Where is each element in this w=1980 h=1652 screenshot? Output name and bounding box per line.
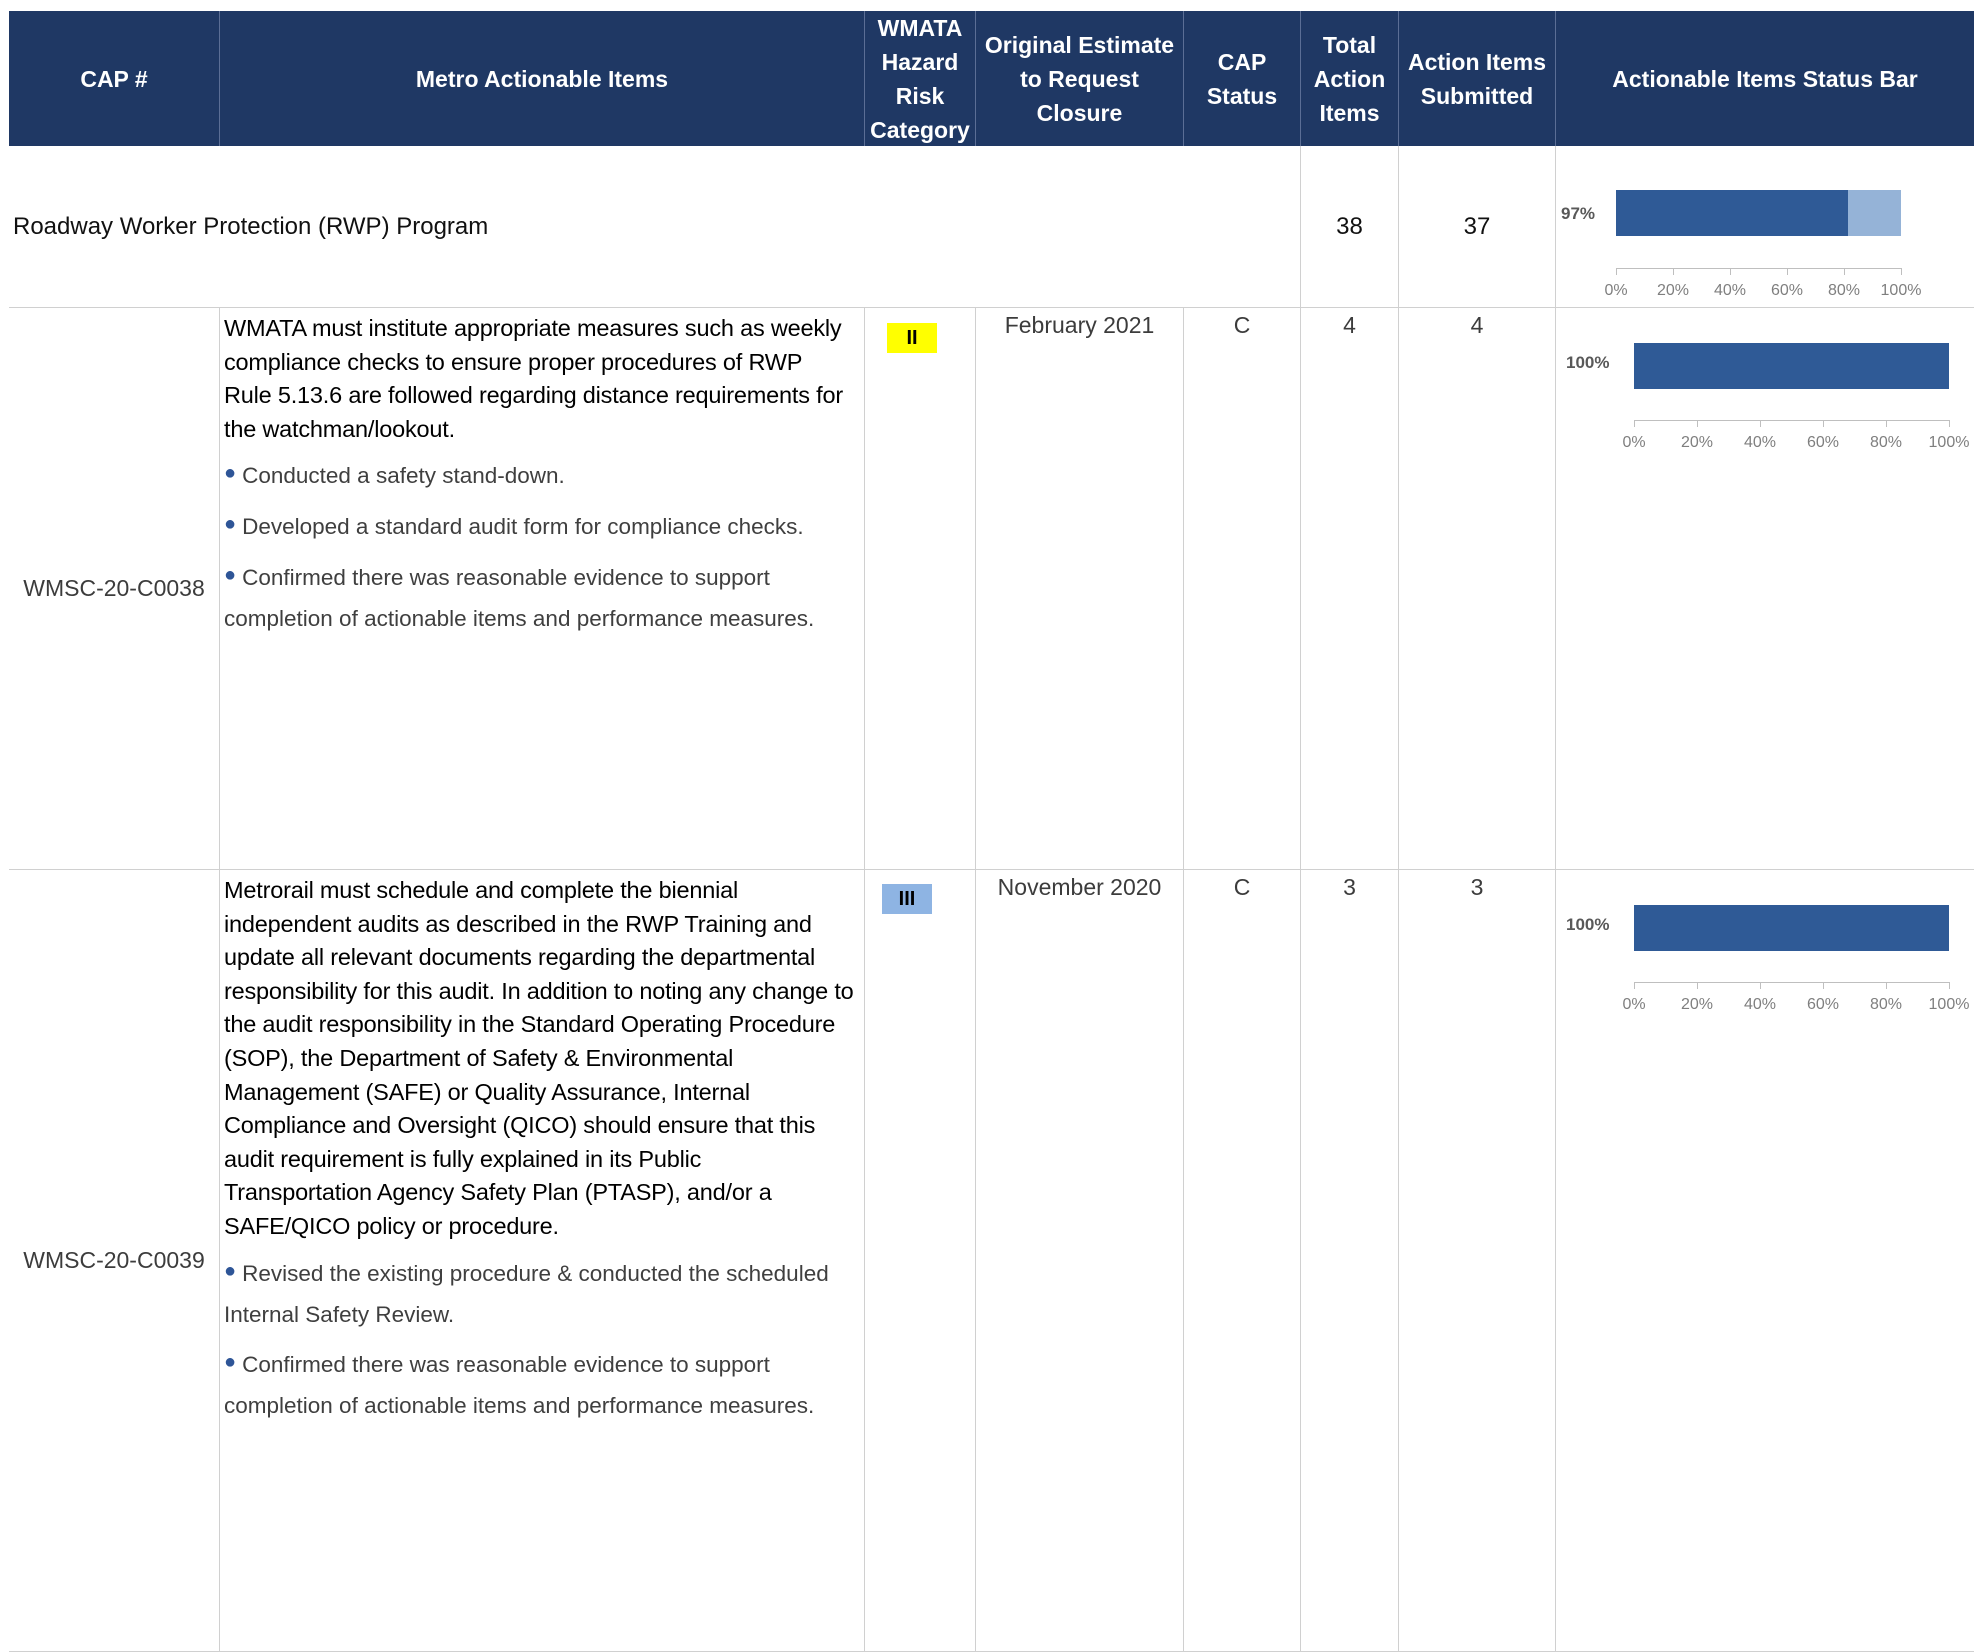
axis-tick xyxy=(1634,982,1635,989)
status-bar-cell-row1: 100% 0% 20% 40% 60% 80% 100% xyxy=(1556,308,1974,870)
description-row1: WMATA must institute appropriate measure… xyxy=(224,315,843,442)
axis-tick-label: 20% xyxy=(1680,996,1714,1013)
hazard-badge-row2: III xyxy=(882,884,932,914)
axis-tick-label: 40% xyxy=(1713,282,1747,299)
estimate-row2: November 2020 xyxy=(976,870,1184,1652)
hazard-cell-row2: III xyxy=(865,870,976,1652)
axis-tick xyxy=(1823,982,1824,989)
axis-tick xyxy=(1949,982,1950,989)
bullet-dot-icon: ● xyxy=(224,1350,237,1373)
cap-number-row1: WMSC-20-C0038 xyxy=(9,308,220,870)
bar-percent-label: 100% xyxy=(1566,915,1610,934)
bullet-row2-1: ● Revised the existing procedure & conduc… xyxy=(224,1259,829,1327)
program-submitted-items: 37 xyxy=(1399,146,1556,308)
header-actionable-items: Metro Actionable Items xyxy=(220,11,865,146)
bullet-row1-1: ● Conducted a safety stand-down. xyxy=(224,462,565,489)
bullet-dot-icon: ● xyxy=(224,564,237,587)
bullet-dot-icon: ● xyxy=(224,462,237,485)
total-items-row2: 3 xyxy=(1301,870,1399,1652)
header-cap-number: CAP # xyxy=(9,11,220,146)
actionable-items-row2: Metrorail must schedule and complete the… xyxy=(220,870,865,1652)
axis-tick xyxy=(1730,268,1731,275)
submitted-items-row2: 3 xyxy=(1399,870,1556,1652)
axis-tick-label: 60% xyxy=(1806,434,1840,451)
bar-percent-label: 97% xyxy=(1561,204,1596,223)
axis-tick xyxy=(1844,268,1845,275)
submitted-items-row1: 4 xyxy=(1399,308,1556,870)
bar-axis-line xyxy=(1634,420,1949,421)
header-status-bar: Actionable Items Status Bar xyxy=(1556,11,1974,146)
program-status-bar-cell: 97% 0% 20% 40% 60% 80% 100% xyxy=(1556,146,1974,308)
axis-tick xyxy=(1760,420,1761,427)
axis-tick-label: 80% xyxy=(1869,434,1903,451)
axis-tick-label: 40% xyxy=(1743,996,1777,1013)
bar-percent-label: 100% xyxy=(1566,353,1610,372)
bar-track xyxy=(1634,905,1949,951)
axis-tick xyxy=(1886,982,1887,989)
bar-track xyxy=(1634,343,1949,389)
axis-tick xyxy=(1697,420,1698,427)
hazard-cell-row1: II xyxy=(865,308,976,870)
axis-tick xyxy=(1901,268,1902,275)
bullet-dot-icon: ● xyxy=(224,1259,237,1282)
axis-tick-label: 60% xyxy=(1806,996,1840,1013)
axis-tick xyxy=(1697,982,1698,989)
axis-tick xyxy=(1760,982,1761,989)
program-total-items: 38 xyxy=(1301,146,1399,308)
axis-tick xyxy=(1673,268,1674,275)
bar-axis-line xyxy=(1634,982,1949,983)
axis-tick-label: 100% xyxy=(1928,434,1970,451)
axis-tick-label: 100% xyxy=(1928,996,1970,1013)
axis-tick xyxy=(1787,268,1788,275)
axis-tick xyxy=(1949,420,1950,427)
axis-tick-label: 80% xyxy=(1827,282,1861,299)
axis-tick xyxy=(1886,420,1887,427)
header-hazard-category: WMATA Hazard Risk Category xyxy=(865,11,976,146)
cap-number-row2: WMSC-20-C0039 xyxy=(9,870,220,1652)
status-bar-cell-row2: 100% 0% 20% 40% 60% 80% 100% xyxy=(1556,870,1974,1652)
bar-fill-complete xyxy=(1634,905,1949,951)
bar-axis-line xyxy=(1616,268,1901,269)
axis-tick-label: 0% xyxy=(1622,434,1646,451)
hazard-badge-row1: II xyxy=(887,323,937,353)
bullet-row1-2: ● Developed a standard audit form for com… xyxy=(224,513,804,540)
cap-status-row1: C xyxy=(1184,308,1301,870)
bar-fill-complete xyxy=(1616,190,1849,236)
header-original-estimate: Original Estimate to Request Closure xyxy=(976,11,1184,146)
cap-status-row2: C xyxy=(1184,870,1301,1652)
header-action-items-submitted: Action Items Submitted xyxy=(1399,11,1556,146)
axis-tick-label: 20% xyxy=(1680,434,1714,451)
total-items-row1: 4 xyxy=(1301,308,1399,870)
header-cap-status: CAP Status xyxy=(1184,11,1301,146)
bar-track xyxy=(1616,190,1901,236)
actionable-items-row1: WMATA must institute appropriate measure… xyxy=(220,308,865,870)
description-row2: Metrorail must schedule and complete the… xyxy=(224,877,854,1239)
header-total-action-items: Total Action Items xyxy=(1301,11,1399,146)
axis-tick xyxy=(1634,420,1635,427)
axis-tick-label: 100% xyxy=(1880,282,1922,299)
axis-tick-label: 0% xyxy=(1604,282,1628,299)
axis-tick-label: 40% xyxy=(1743,434,1777,451)
axis-tick xyxy=(1616,268,1617,275)
axis-tick-label: 80% xyxy=(1869,996,1903,1013)
bar-fill-remaining xyxy=(1848,190,1901,236)
axis-tick xyxy=(1823,420,1824,427)
bullet-dot-icon: ● xyxy=(224,513,237,536)
bar-fill-complete xyxy=(1634,343,1949,389)
cap-status-table: CAP # Metro Actionable Items WMATA Hazar… xyxy=(9,11,1974,1652)
axis-tick-label: 20% xyxy=(1656,282,1690,299)
bullet-row1-3: ● Confirmed there was reasonable evidence… xyxy=(224,564,815,632)
estimate-row1: February 2021 xyxy=(976,308,1184,870)
program-name: Roadway Worker Protection (RWP) Program xyxy=(9,146,1301,308)
bullet-row2-2: ● Confirmed there was reasonable evidence… xyxy=(224,1350,815,1418)
axis-tick-label: 60% xyxy=(1770,282,1804,299)
axis-tick-label: 0% xyxy=(1622,996,1646,1013)
